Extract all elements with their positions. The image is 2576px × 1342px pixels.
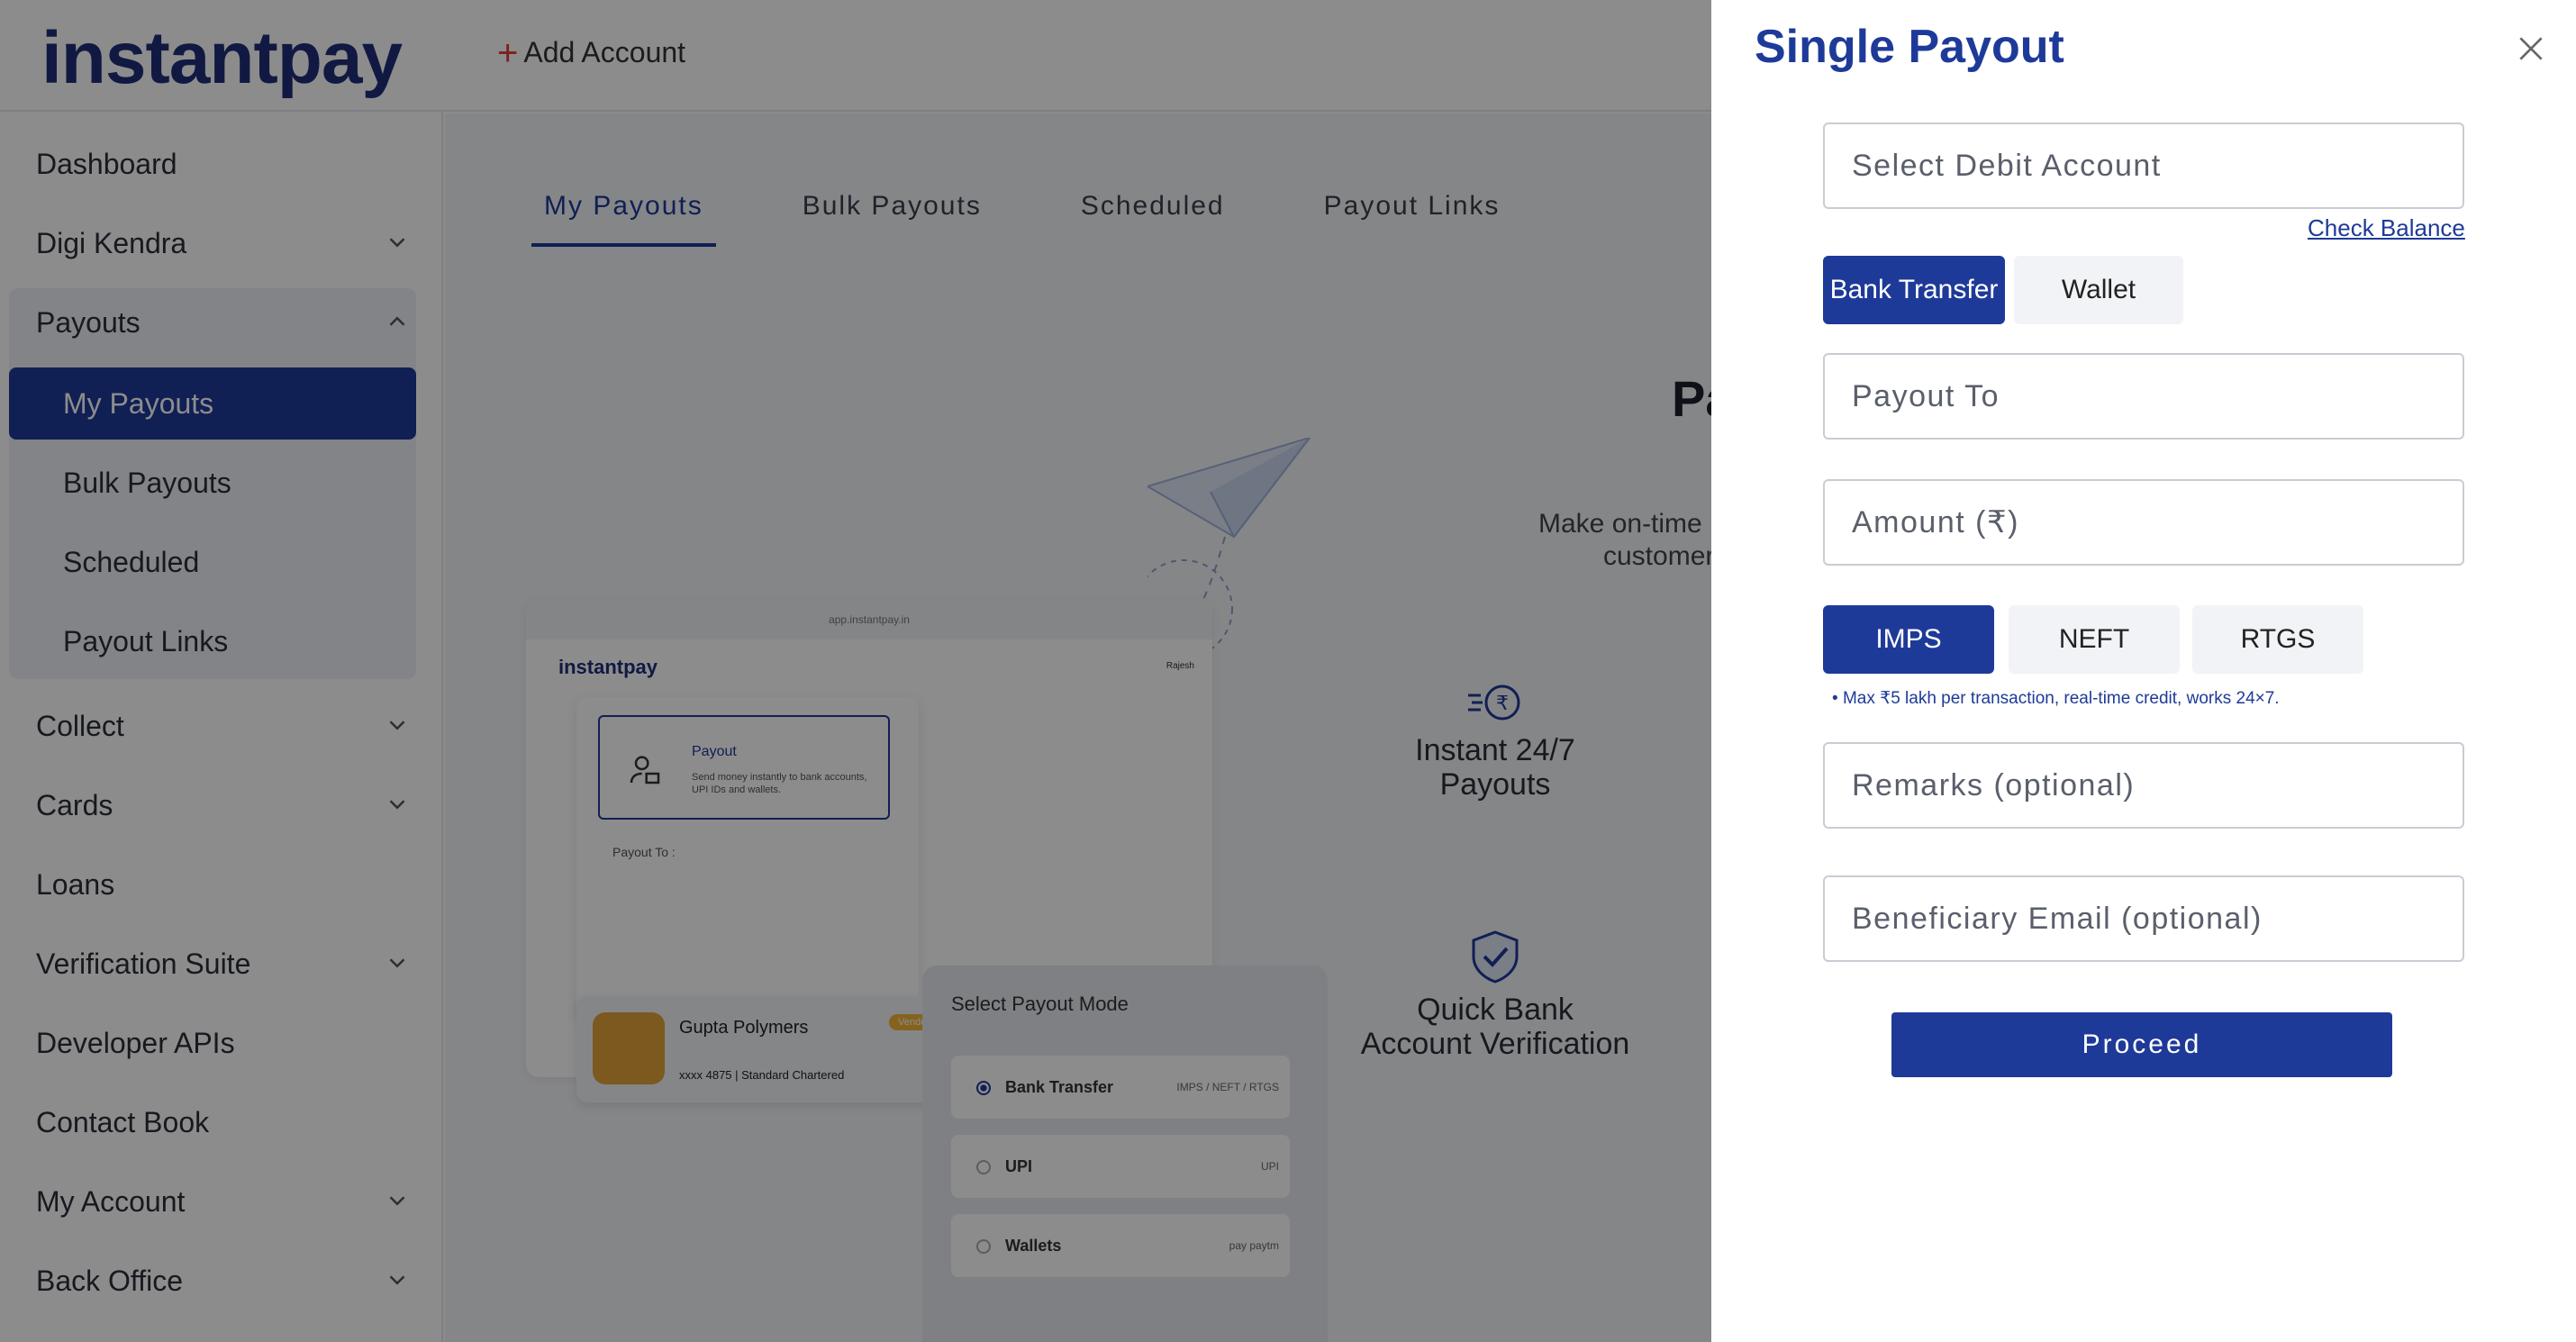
proceed-button[interactable]: Proceed <box>1891 1012 2392 1077</box>
method-bank-transfer-button[interactable]: Bank Transfer <box>1823 256 2005 324</box>
mode-imps-button[interactable]: IMPS <box>1823 605 1994 674</box>
modal-backdrop[interactable] <box>0 0 1711 1342</box>
payout-to-field[interactable] <box>1823 353 2464 440</box>
debit-account-input[interactable] <box>1825 124 2463 207</box>
amount-input[interactable] <box>1825 481 2463 564</box>
mode-hint-text: Max ₹5 lakh per transaction, real-time c… <box>1842 689 2280 708</box>
debit-account-select[interactable] <box>1823 122 2464 209</box>
mode-neft-button[interactable]: NEFT <box>2009 605 2180 674</box>
beneficiary-email-field[interactable] <box>1823 875 2464 962</box>
bullet-icon: • <box>1832 689 1843 708</box>
payout-to-input[interactable] <box>1825 355 2463 438</box>
mode-hint: • Max ₹5 lakh per transaction, real-time… <box>1832 688 2280 709</box>
method-wallet-button[interactable]: Wallet <box>2014 256 2183 324</box>
amount-field[interactable] <box>1823 479 2464 566</box>
mode-rtgs-button[interactable]: RTGS <box>2192 605 2363 674</box>
check-balance-link[interactable]: Check Balance <box>2308 214 2465 242</box>
beneficiary-email-input[interactable] <box>1825 877 2463 960</box>
single-payout-drawer: Single Payout Check Balance Bank Transfe… <box>1711 0 2576 1342</box>
remarks-field[interactable] <box>1823 742 2464 829</box>
close-icon[interactable] <box>2513 31 2549 67</box>
remarks-input[interactable] <box>1825 744 2463 827</box>
drawer-title: Single Payout <box>1755 21 2064 73</box>
